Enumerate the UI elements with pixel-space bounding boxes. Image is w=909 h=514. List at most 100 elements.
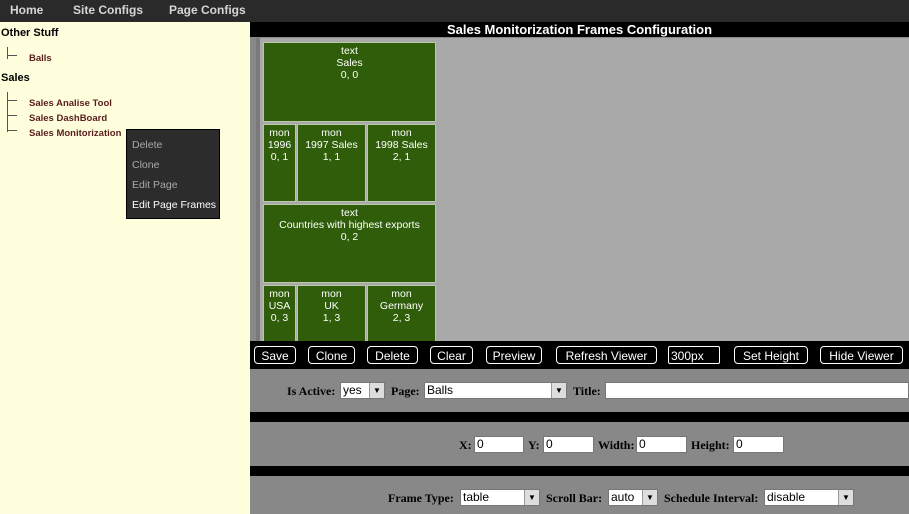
sidebar-section-other-stuff[interactable]: Other Stuff <box>1 27 58 39</box>
frame-coords: 1, 1 <box>322 151 341 163</box>
title-label: Title: <box>573 384 601 398</box>
dropdown-arrow-icon: ▼ <box>551 383 566 398</box>
dropdown-arrow-icon: ▼ <box>642 490 657 505</box>
frame-coords: 0, 3 <box>270 312 289 324</box>
context-menu: Delete Clone Edit Page Edit Page Frames <box>126 129 220 219</box>
frame-type-select[interactable]: table ▼ <box>460 489 540 506</box>
frame-coords: 2, 3 <box>392 312 411 324</box>
toolbar: Save Clone Delete Clear Preview Refresh … <box>250 341 909 369</box>
save-button[interactable]: Save <box>254 346 296 364</box>
page-title: Sales Monitorization Frames Configuratio… <box>250 22 909 37</box>
frame-type: mon <box>321 127 342 139</box>
frame-type: mon <box>321 288 342 300</box>
frame-label: 1998 Sales <box>375 139 428 151</box>
page-label: Page: <box>391 384 420 398</box>
width-input[interactable]: 0 <box>636 436 687 453</box>
dropdown-arrow-icon: ▼ <box>369 383 384 398</box>
frame-coords: 0, 2 <box>340 231 359 243</box>
section-divider <box>250 466 909 476</box>
frames-canvas: text Sales 0, 0 mon 1996 0, 1 mon 1997 S… <box>256 38 909 362</box>
frame-coords: 1, 3 <box>322 312 341 324</box>
sidebar-item-sales-monitorization[interactable]: Sales Monitorization <box>29 128 121 139</box>
schedule-interval-label: Schedule Interval: <box>664 491 759 505</box>
sidebar: Other Stuff Balls Sales Sales Analise To… <box>0 22 250 514</box>
main-panel: Sales Monitorization Frames Configuratio… <box>250 22 909 514</box>
frame-label: UK <box>324 300 339 312</box>
clone-button[interactable]: Clone <box>308 346 355 364</box>
frame-label: Countries with highest exports <box>279 219 420 231</box>
page-select[interactable]: Balls ▼ <box>424 382 567 399</box>
frame-type: text <box>341 45 358 57</box>
height-label: Height: <box>691 438 730 452</box>
dropdown-arrow-icon: ▼ <box>838 490 853 505</box>
frame-label: USA <box>268 300 291 312</box>
frame-type: mon <box>391 127 412 139</box>
schedule-interval-select[interactable]: disable ▼ <box>764 489 854 506</box>
frame-type: text <box>341 207 358 219</box>
sidebar-item-sales-dashboard[interactable]: Sales DashBoard <box>29 113 107 124</box>
x-label: X: <box>459 438 472 452</box>
frame-label: Germany <box>379 300 424 312</box>
frame-coords: 0, 1 <box>270 151 289 163</box>
frame-label: 1996 <box>267 139 292 151</box>
clear-button[interactable]: Clear <box>430 346 473 364</box>
context-menu-delete[interactable]: Delete <box>132 139 162 151</box>
scroll-bar-select[interactable]: auto ▼ <box>608 489 658 506</box>
frame-text-sales[interactable]: text Sales 0, 0 <box>263 42 436 122</box>
height-input[interactable]: 0 <box>733 436 784 453</box>
frame-type: mon <box>269 127 290 139</box>
dropdown-arrow-icon: ▼ <box>524 490 539 505</box>
hide-viewer-button[interactable]: Hide Viewer <box>820 346 903 364</box>
frame-mon-1998-sales[interactable]: mon 1998 Sales 2, 1 <box>367 124 436 202</box>
tree-connector <box>7 115 17 116</box>
schedule-interval-value: disable <box>767 490 806 504</box>
frame-coords: 2, 1 <box>392 151 411 163</box>
is-active-value: yes <box>343 383 362 397</box>
tree-connector <box>7 55 17 56</box>
scroll-bar-value: auto <box>611 490 635 504</box>
frame-coords: 0, 0 <box>340 69 359 81</box>
form-row-geometry: X: 0 Y: 0 Width: 0 Height: 0 <box>250 422 909 466</box>
sidebar-item-sales-analise-tool[interactable]: Sales Analise Tool <box>29 98 112 109</box>
preview-button[interactable]: Preview <box>486 346 542 364</box>
frame-mon-1997-sales[interactable]: mon 1997 Sales 1, 1 <box>297 124 366 202</box>
form-row-frame-options: Frame Type: table ▼ Scroll Bar: auto ▼ S… <box>250 476 909 514</box>
frame-type-label: Frame Type: <box>388 491 454 505</box>
sidebar-section-sales[interactable]: Sales <box>1 72 30 84</box>
is-active-select[interactable]: yes ▼ <box>340 382 385 399</box>
set-height-button[interactable]: Set Height <box>734 346 808 364</box>
tree-connector <box>7 100 17 101</box>
is-active-label: Is Active: <box>287 384 336 398</box>
scroll-bar-label: Scroll Bar: <box>546 491 603 505</box>
frame-label: Sales <box>336 57 363 69</box>
width-label: Width: <box>598 438 635 452</box>
frame-type: mon <box>269 288 290 300</box>
y-label: Y: <box>528 438 540 452</box>
context-menu-edit-page[interactable]: Edit Page <box>132 179 178 191</box>
frame-type: mon <box>391 288 412 300</box>
x-input[interactable]: 0 <box>474 436 524 453</box>
delete-button[interactable]: Delete <box>367 346 418 364</box>
nav-site-configs[interactable]: Site Configs <box>73 3 143 17</box>
nav-page-configs[interactable]: Page Configs <box>169 3 246 17</box>
tree-connector <box>7 130 17 131</box>
sidebar-item-balls[interactable]: Balls <box>29 53 52 64</box>
canvas-border <box>256 38 260 362</box>
refresh-viewer-button[interactable]: Refresh Viewer <box>556 346 657 364</box>
context-menu-edit-page-frames[interactable]: Edit Page Frames <box>132 199 216 211</box>
context-menu-clone[interactable]: Clone <box>132 159 159 171</box>
form-row-active-page-title: Is Active: yes ▼ Page: Balls ▼ Title: <box>250 369 909 412</box>
y-input[interactable]: 0 <box>543 436 594 453</box>
top-navigation-bar: Home Site Configs Page Configs <box>0 0 909 22</box>
tree-connector <box>7 47 8 59</box>
nav-home[interactable]: Home <box>10 3 43 17</box>
frame-label: 1997 Sales <box>305 139 358 151</box>
viewer-height-input[interactable]: 300px <box>668 346 720 364</box>
page-value: Balls <box>427 383 454 397</box>
title-input[interactable] <box>605 382 909 399</box>
section-divider <box>250 412 909 422</box>
frame-mon-1996[interactable]: mon 1996 0, 1 <box>263 124 296 202</box>
tree-connector <box>7 92 8 132</box>
frame-type-value: table <box>463 490 490 504</box>
frame-text-countries[interactable]: text Countries with highest exports 0, 2 <box>263 204 436 283</box>
